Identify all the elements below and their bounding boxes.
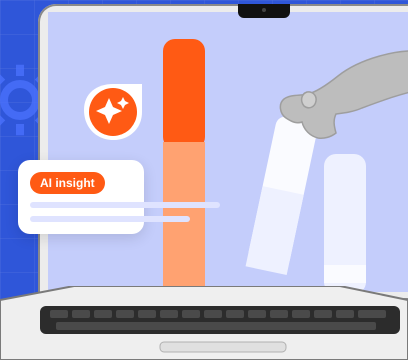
webcam-dot	[262, 8, 266, 12]
ai-insight-card: AI insight	[18, 160, 220, 234]
sparkle-icon	[84, 84, 142, 140]
orange-bar-top	[163, 39, 205, 149]
right-bar-base	[324, 265, 366, 283]
insight-line-2	[30, 216, 190, 222]
insight-line-1	[30, 202, 220, 208]
tilting-bar	[245, 116, 318, 276]
laptop-screen	[48, 12, 408, 292]
laptop-ai-illustration: AI insight	[0, 0, 408, 360]
laptop-base	[0, 286, 408, 360]
ai-insight-badge: AI insight	[30, 172, 105, 194]
screen-illustration	[163, 39, 408, 292]
